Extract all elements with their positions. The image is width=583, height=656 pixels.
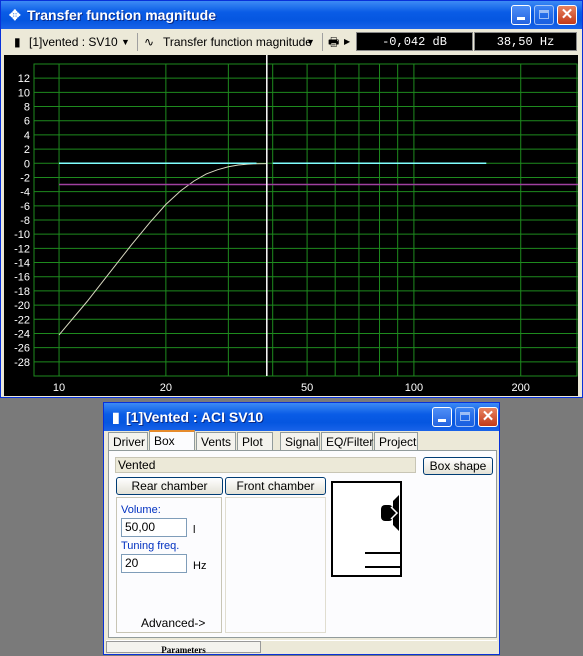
tuning-input[interactable]: 20 bbox=[121, 554, 187, 573]
y-tick-label: -18 bbox=[14, 286, 30, 298]
tab-signal[interactable]: Signal bbox=[280, 432, 320, 450]
parameters-tab-label: Parameters bbox=[161, 645, 206, 655]
db-readout: -0,042 dB bbox=[356, 32, 473, 51]
minimize-icon bbox=[438, 419, 446, 422]
minimize-icon bbox=[517, 17, 525, 20]
driver-dropdown-icon[interactable]: ▼ bbox=[121, 33, 130, 51]
y-tick-label: -26 bbox=[14, 343, 30, 355]
main-toolbar: ▮ [1]vented : SV10 ▼ ∿ Transfer function… bbox=[4, 30, 579, 54]
y-tick-label: 6 bbox=[24, 116, 30, 128]
x-tick-label: 100 bbox=[405, 382, 423, 394]
series-line bbox=[58, 163, 267, 336]
close-icon: ✕ bbox=[560, 6, 574, 23]
y-tick-label: -14 bbox=[14, 258, 30, 270]
move-cross-icon: ✥ bbox=[9, 7, 21, 23]
driver-icon: ▮ bbox=[14, 35, 21, 49]
plot-area[interactable]: 12 10 8 6 4 2 0 -2 -4 -6 -8 -10 -12 -14 -16 -18 -20 -22 -2… bbox=[4, 55, 578, 396]
box-close-button[interactable]: ✕ bbox=[478, 407, 498, 427]
advanced-button[interactable]: Advanced-> bbox=[141, 616, 205, 630]
box-titlebar[interactable]: ▮ [1]Vented : ACI SV10 ✕ bbox=[104, 403, 499, 431]
tab-box[interactable]: Box bbox=[149, 430, 195, 451]
box-shape-button[interactable]: Box shape bbox=[423, 457, 493, 475]
x-tick-label: 200 bbox=[512, 382, 530, 394]
plot-select[interactable]: Transfer function magnitude bbox=[163, 33, 312, 51]
speaker-icon: ▮ bbox=[112, 409, 120, 425]
maximize-icon bbox=[539, 10, 549, 19]
tab-eq-filter[interactable]: EQ/Filter bbox=[321, 432, 373, 450]
plot-type-icon: ∿ bbox=[144, 35, 155, 49]
y-tick-label: -6 bbox=[20, 201, 30, 213]
print-icon[interactable]: 🖶 bbox=[328, 33, 339, 51]
y-tick-label: -16 bbox=[14, 272, 30, 284]
tab-strip: Driver Box Vents Plot Signal EQ/Filter P… bbox=[108, 430, 496, 451]
y-tick-label: 4 bbox=[24, 130, 30, 142]
tuning-label: Tuning freq. bbox=[121, 540, 180, 552]
y-tick-label: 2 bbox=[24, 144, 30, 156]
y-tick-label: -12 bbox=[14, 243, 30, 255]
x-tick-label: 20 bbox=[160, 382, 172, 394]
close-icon: ✕ bbox=[481, 408, 495, 425]
y-tick-label: -28 bbox=[14, 357, 30, 369]
y-tick-label: -10 bbox=[14, 229, 30, 241]
box-type-value: Vented bbox=[118, 458, 156, 472]
box-outline bbox=[331, 481, 402, 577]
tab-driver[interactable]: Driver bbox=[108, 432, 148, 450]
box-type-field: Vented bbox=[115, 457, 416, 473]
box-minimize-button[interactable] bbox=[432, 407, 452, 427]
y-tick-label: 0 bbox=[24, 158, 30, 170]
volume-input[interactable]: 50,00 bbox=[121, 518, 187, 537]
y-tick-label: 10 bbox=[18, 87, 30, 99]
tab-plot[interactable]: Plot bbox=[237, 432, 273, 450]
transfer-function-window: ✥ Transfer function magnitude ✕ ▮ [1]ven… bbox=[0, 0, 583, 398]
minimize-button[interactable] bbox=[511, 5, 531, 25]
main-window-title: Transfer function magnitude bbox=[27, 7, 217, 23]
plot-dropdown-icon[interactable]: ▼ bbox=[306, 33, 315, 51]
toolbar-divider bbox=[322, 33, 323, 51]
freq-readout: 38,50 Hz bbox=[474, 32, 577, 51]
maximize-icon bbox=[460, 412, 470, 421]
tuning-unit: Hz bbox=[193, 560, 207, 572]
y-tick-label: 8 bbox=[24, 102, 30, 114]
box-diagram bbox=[331, 481, 402, 577]
box-window-title: [1]Vented : ACI SV10 bbox=[126, 409, 264, 425]
rear-chamber-group: Volume: 50,00 l Tuning freq. 20 Hz Advan… bbox=[116, 497, 222, 633]
front-chamber-group bbox=[225, 497, 326, 633]
close-button[interactable]: ✕ bbox=[557, 5, 577, 25]
rear-chamber-button[interactable]: Rear chamber bbox=[116, 477, 223, 495]
volume-unit: l bbox=[193, 524, 196, 536]
parameters-tab[interactable]: Parameters bbox=[106, 641, 261, 655]
box-window: ▮ [1]Vented : ACI SV10 ✕ Driver Box Vent… bbox=[103, 402, 500, 655]
x-tick-label: 50 bbox=[301, 382, 313, 394]
y-tick-label: -20 bbox=[14, 300, 30, 312]
driver-select[interactable]: [1]vented : SV10 bbox=[29, 33, 118, 51]
status-bar: Parameters bbox=[106, 640, 497, 655]
maximize-button[interactable] bbox=[534, 5, 554, 25]
box-maximize-button[interactable] bbox=[455, 407, 475, 427]
y-tick-label: -22 bbox=[14, 314, 30, 326]
print-arrow-icon[interactable]: ▶ bbox=[344, 33, 350, 51]
y-tick-label: -24 bbox=[14, 328, 30, 340]
y-tick-label: -8 bbox=[20, 215, 30, 227]
main-titlebar[interactable]: ✥ Transfer function magnitude ✕ bbox=[1, 1, 582, 29]
volume-label: Volume: bbox=[121, 504, 161, 516]
front-chamber-button[interactable]: Front chamber bbox=[225, 477, 326, 495]
y-tick-label: -2 bbox=[20, 172, 30, 184]
box-tab-panel: Vented Box shape Rear chamber Front cham… bbox=[108, 450, 497, 638]
tab-vents[interactable]: Vents bbox=[196, 432, 236, 450]
x-tick-label: 10 bbox=[53, 382, 65, 394]
y-tick-label: 12 bbox=[18, 73, 30, 85]
toolbar-divider bbox=[137, 33, 138, 51]
y-tick-label: -4 bbox=[20, 187, 30, 199]
magnitude-chart[interactable]: 121086420-2-4-6-8-10-12-14-16-18-20-22-2… bbox=[4, 55, 578, 396]
tab-project[interactable]: Project bbox=[374, 432, 418, 450]
